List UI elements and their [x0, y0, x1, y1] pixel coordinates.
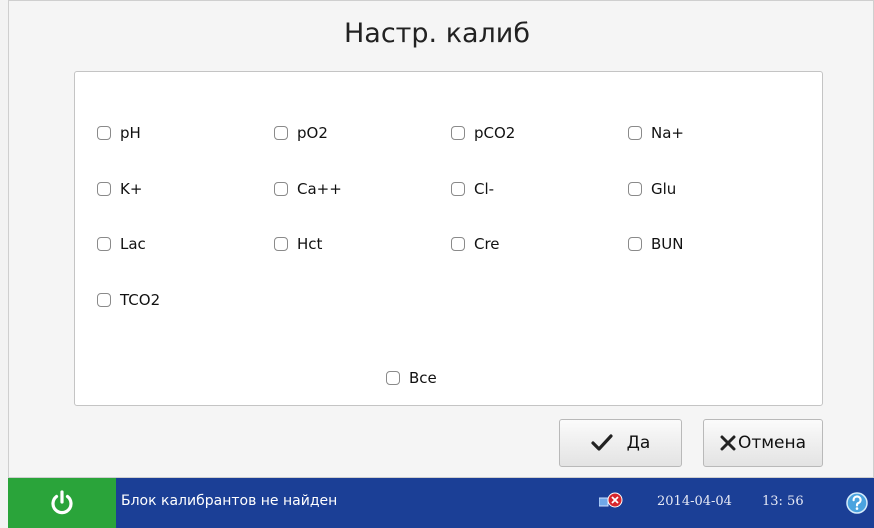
network-error-icon [599, 492, 623, 508]
ok-button-label: Да [626, 433, 651, 453]
checkbox-label: Cl- [474, 180, 495, 198]
checkbox-box[interactable] [274, 237, 288, 251]
checkbox-label: TCO2 [120, 291, 161, 309]
checkbox-label: Cre [474, 235, 500, 253]
checkbox-label: Ca++ [297, 180, 342, 198]
checkbox-box[interactable] [97, 126, 111, 140]
checkbox-box[interactable] [451, 237, 465, 251]
dialog-title: Настр. калиб [343, 18, 531, 49]
checkbox-label: BUN [651, 235, 684, 253]
checkbox-cl[interactable]: Cl- [451, 180, 494, 198]
checkbox-box[interactable] [274, 182, 288, 196]
checkbox-k[interactable]: K+ [97, 180, 142, 198]
check-icon [591, 434, 613, 451]
checkbox-label: Hct [297, 235, 323, 253]
power-button[interactable] [8, 478, 116, 528]
checkbox-box[interactable] [274, 126, 288, 140]
checkbox-po2[interactable]: pO2 [274, 124, 328, 142]
checkbox-box[interactable] [97, 182, 111, 196]
close-icon [720, 435, 736, 451]
checkbox-all[interactable]: Все [386, 369, 437, 387]
cancel-button-label: Отмена [737, 433, 807, 453]
checkbox-box[interactable] [451, 182, 465, 196]
status-message: Блок калибрантов не найден [121, 493, 338, 509]
checkbox-pco2[interactable]: pCO2 [451, 124, 515, 142]
checkbox-box[interactable] [628, 182, 642, 196]
checkbox-label: pH [120, 124, 141, 142]
checkbox-box[interactable] [97, 237, 111, 251]
analyte-panel [74, 71, 823, 406]
checkbox-hct[interactable]: Hct [274, 235, 322, 253]
help-icon[interactable] [846, 492, 868, 514]
checkbox-label: Все [409, 369, 437, 387]
checkbox-box[interactable] [386, 371, 400, 385]
power-icon [51, 490, 73, 515]
checkbox-label: Glu [651, 180, 677, 198]
checkbox-bun[interactable]: BUN [628, 235, 684, 253]
checkbox-ph[interactable]: pH [97, 124, 141, 142]
checkbox-cre[interactable]: Cre [451, 235, 500, 253]
checkbox-label: Lac [120, 235, 146, 253]
checkbox-tco2[interactable]: TCO2 [97, 291, 160, 309]
checkbox-label: Na+ [651, 124, 684, 142]
checkbox-box[interactable] [628, 237, 642, 251]
checkbox-glu[interactable]: Glu [628, 180, 676, 198]
checkbox-lac[interactable]: Lac [97, 235, 146, 253]
checkbox-na[interactable]: Na+ [628, 124, 684, 142]
status-date: 2014-04-04 [657, 494, 732, 509]
checkbox-label: pO2 [297, 124, 328, 142]
checkbox-ca[interactable]: Ca++ [274, 180, 342, 198]
checkbox-box[interactable] [97, 293, 111, 307]
checkbox-label: pCO2 [474, 124, 516, 142]
checkbox-box[interactable] [628, 126, 642, 140]
status-time: 13: 56 [762, 494, 804, 509]
cancel-button[interactable]: Отмена [703, 419, 823, 467]
checkbox-box[interactable] [451, 126, 465, 140]
checkbox-label: K+ [120, 180, 143, 198]
ok-button[interactable]: Да [559, 419, 682, 467]
